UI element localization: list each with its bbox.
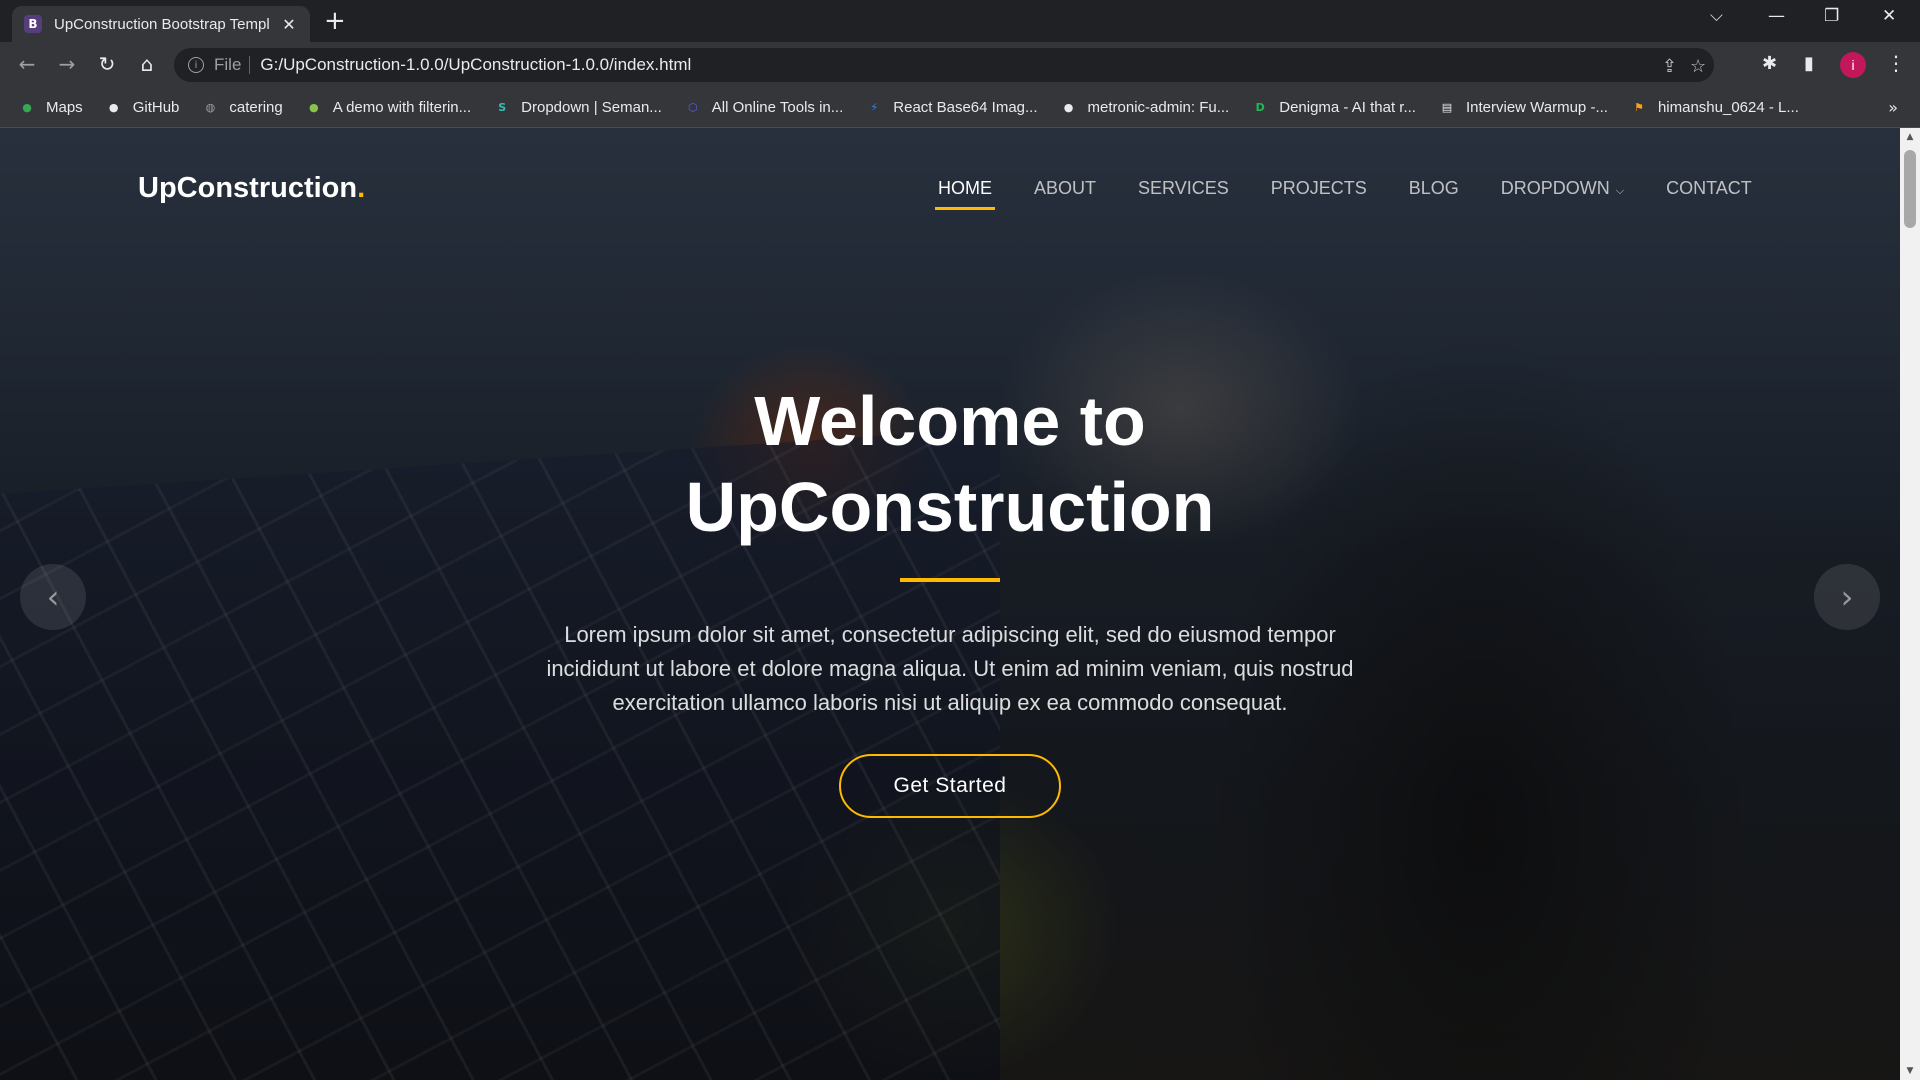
hero-divider xyxy=(900,578,1000,582)
logo-text: UpConstruction xyxy=(138,172,358,204)
bookmark-label: himanshu_0624 - L... xyxy=(1657,99,1799,116)
bookmark-item[interactable]: ◍ catering xyxy=(201,99,283,117)
browser-tab[interactable]: B UpConstruction Bootstrap Templ ✕ xyxy=(12,6,310,42)
hero-overlay xyxy=(0,128,1900,1080)
site-header: UpConstruction. HOME ABOUT SERVICES PROJ… xyxy=(0,128,1900,228)
page-scrollbar[interactable]: ▲ ▼ xyxy=(1900,128,1920,1080)
hero-title: Welcome to UpConstruction xyxy=(0,378,1900,550)
bookmark-item[interactable]: ⚑ himanshu_0624 - L... xyxy=(1630,99,1799,117)
address-bar[interactable]: i File G:/UpConstruction-1.0.0/UpConstru… xyxy=(174,48,1714,82)
nav-dropdown-label: DROPDOWN xyxy=(1500,178,1610,198)
demo-icon: ● xyxy=(308,101,319,114)
bookmark-label: catering xyxy=(229,99,283,116)
carousel-next-icon[interactable]: › xyxy=(1814,564,1880,630)
bookmark-item[interactable]: ▤ Interview Warmup -... xyxy=(1438,99,1608,117)
chevron-down-icon: ⌵ xyxy=(1615,184,1625,197)
bookmark-item[interactable]: ● metronic-admin: Fu... xyxy=(1060,99,1230,117)
main-navigation: HOME ABOUT SERVICES PROJECTS BLOG DROPDO… xyxy=(935,178,1794,210)
bookmark-star-icon[interactable]: ☆ xyxy=(1690,56,1706,77)
restore-button[interactable]: ❐ xyxy=(1824,6,1839,26)
url-scheme: File xyxy=(214,55,242,74)
window-close-button[interactable]: ✕ xyxy=(1882,6,1896,26)
site-info-icon[interactable]: i xyxy=(188,57,204,73)
page-viewport: UpConstruction. HOME ABOUT SERVICES PROJ… xyxy=(0,128,1900,1080)
nav-services[interactable]: SERVICES xyxy=(1138,178,1229,199)
tab-title: UpConstruction Bootstrap Templ xyxy=(54,15,270,33)
tab-search-icon[interactable]: ⌵ xyxy=(1710,6,1723,26)
side-panel-icon[interactable]: ▮ xyxy=(1804,53,1814,74)
bookmarks-bar: ● Maps ● GitHub ◍ catering ● A demo with filter… xyxy=(0,88,1920,128)
minimize-button[interactable]: — xyxy=(1768,6,1785,26)
nav-dropdown[interactable]: DROPDOWN ⌵ xyxy=(1501,178,1624,199)
bookmark-item[interactable]: ⬡ All Online Tools in... xyxy=(684,99,843,117)
scroll-up-arrow-icon[interactable]: ▲ xyxy=(1900,132,1920,142)
nav-blog[interactable]: BLOG xyxy=(1409,178,1459,199)
hero-description: Lorem ipsum dolor sit amet, consectetur … xyxy=(546,622,1354,715)
hero-title-line1: Welcome to xyxy=(754,382,1146,460)
bookmark-item[interactable]: ● Maps xyxy=(18,99,83,117)
bookmark-label: All Online Tools in... xyxy=(711,99,844,116)
bookmark-item[interactable]: ⚡ React Base64 Imag... xyxy=(865,99,1037,117)
get-started-button[interactable]: Get Started xyxy=(839,754,1061,818)
url-text[interactable]: G:/UpConstruction-1.0.0/UpConstruction-1… xyxy=(260,55,691,75)
scrollbar-thumb[interactable] xyxy=(1904,150,1916,228)
bookmark-label: Maps xyxy=(46,99,83,116)
carousel-prev-icon[interactable]: ‹ xyxy=(20,564,86,630)
tools-icon: ⬡ xyxy=(687,101,698,114)
globe-icon: ◍ xyxy=(205,101,216,114)
share-icon[interactable]: ⇪ xyxy=(1662,56,1677,77)
leetcode-icon: ⚑ xyxy=(1634,101,1644,114)
react-icon: ⚡ xyxy=(870,101,879,114)
profile-avatar[interactable]: i xyxy=(1840,52,1866,78)
extensions-icon[interactable]: ✱ xyxy=(1762,53,1777,74)
bookmark-item[interactable]: ● GitHub xyxy=(105,99,180,117)
bootstrap-favicon-icon: B xyxy=(24,15,42,33)
bookmark-label: React Base64 Imag... xyxy=(893,99,1038,116)
doc-icon: ▤ xyxy=(1441,101,1453,114)
nav-contact[interactable]: CONTACT xyxy=(1666,178,1752,199)
hero-title-line2: UpConstruction xyxy=(685,468,1215,546)
maps-icon: ● xyxy=(22,101,32,114)
bookmark-label: Dropdown | Seman... xyxy=(521,99,662,116)
denigma-icon: D xyxy=(1255,101,1265,114)
github-icon: ● xyxy=(1063,101,1074,114)
bookmark-label: A demo with filterin... xyxy=(332,99,472,116)
bookmark-label: Denigma - AI that r... xyxy=(1279,99,1416,116)
new-tab-button[interactable]: + xyxy=(324,8,346,34)
logo-dot: . xyxy=(357,172,366,204)
url-separator xyxy=(249,56,251,74)
nav-home[interactable]: HOME xyxy=(935,178,995,210)
semantic-icon: S xyxy=(498,101,507,114)
tab-close-icon[interactable]: ✕ xyxy=(280,15,298,34)
nav-projects[interactable]: PROJECTS xyxy=(1271,178,1367,199)
home-icon[interactable]: ⌂ xyxy=(134,52,160,76)
site-logo[interactable]: UpConstruction. xyxy=(138,172,365,205)
browser-toolbar: ← → ↻ ⌂ i File G:/UpConstruction-1.0.0/U… xyxy=(0,42,1920,88)
bookmark-label: Interview Warmup -... xyxy=(1465,99,1608,116)
bookmark-item[interactable]: ● A demo with filterin... xyxy=(305,99,471,117)
bookmark-label: metronic-admin: Fu... xyxy=(1087,99,1230,116)
nav-about[interactable]: ABOUT xyxy=(1034,178,1096,199)
bookmark-label: GitHub xyxy=(132,99,180,116)
forward-icon[interactable]: → xyxy=(54,52,80,76)
browser-tab-bar: B UpConstruction Bootstrap Templ ✕ + ⌵ —… xyxy=(0,0,1920,42)
bookmark-item[interactable]: S Dropdown | Seman... xyxy=(493,99,662,117)
more-bookmarks-icon[interactable]: » xyxy=(1888,98,1898,117)
back-icon[interactable]: ← xyxy=(14,52,40,76)
reload-icon[interactable]: ↻ xyxy=(94,52,120,76)
bookmark-item[interactable]: D Denigma - AI that r... xyxy=(1251,99,1416,117)
scroll-down-arrow-icon[interactable]: ▼ xyxy=(1900,1066,1920,1076)
github-icon: ● xyxy=(108,101,119,114)
browser-menu-icon[interactable]: ⋮ xyxy=(1886,51,1906,75)
